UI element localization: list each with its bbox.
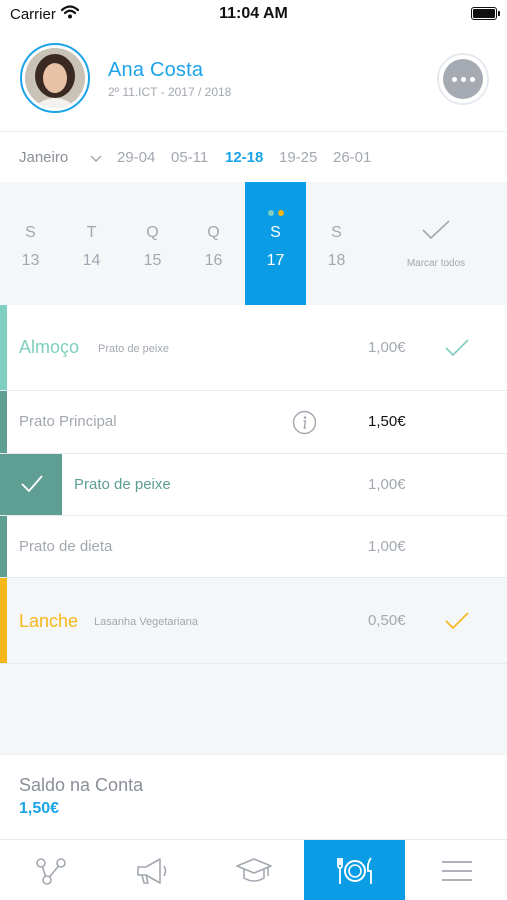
day-letter: Q <box>207 224 220 241</box>
day-letter: S <box>270 224 281 241</box>
menu-icon <box>441 860 472 881</box>
snack-title: Lanche <box>19 611 79 631</box>
lunch-color-bar <box>0 391 7 453</box>
week-option[interactable]: 05-11 <box>171 149 208 166</box>
tab-bar <box>0 839 507 900</box>
day-cell[interactable]: S 13 <box>0 182 61 305</box>
day-cell[interactable]: T 14 <box>61 182 122 305</box>
cutlery-icon <box>336 856 372 884</box>
mark-all-label: Marcar todos <box>406 258 466 269</box>
day-number: 14 <box>82 252 101 269</box>
selected-indicator <box>0 454 62 515</box>
day-letter: T <box>86 224 97 241</box>
tab-menu[interactable] <box>406 840 507 900</box>
week-option[interactable]: 26-01 <box>333 149 371 166</box>
diet-dish-row[interactable]: Prato de dieta 1,00€ <box>0 516 507 578</box>
day-letter: Q <box>146 224 159 241</box>
tab-share[interactable] <box>0 840 101 900</box>
snack-category-row[interactable]: Lanche Lasanha Vegetariana 0,50€ <box>0 578 507 664</box>
day-cell[interactable]: S 18 <box>306 182 367 305</box>
mark-all-button[interactable]: Marcar todos <box>395 182 477 305</box>
user-class-year: 2º 11.ICT - 2017 / 2018 <box>108 85 232 99</box>
checkmark-icon <box>21 475 43 493</box>
avatar-photo <box>25 48 85 108</box>
balance-value: 1,50€ <box>19 800 60 817</box>
main-dish-price: 1,50€ <box>368 413 406 430</box>
more-icon <box>443 59 483 99</box>
tab-school[interactable] <box>203 840 304 900</box>
snack-check-icon[interactable] <box>444 611 470 636</box>
avatar[interactable] <box>20 43 90 113</box>
balance-label: Saldo na Conta <box>19 775 144 795</box>
month-selector[interactable]: Janeiro <box>19 149 68 166</box>
fish-dish-row-selected[interactable]: Prato de peixe 1,00€ <box>0 454 507 516</box>
main-dish-name: Prato Principal <box>19 413 117 430</box>
days-row: S 13 T 14 Q 15 Q 16 S 17 S 18 Marcar tod… <box>0 182 507 305</box>
day-cell[interactable]: Q 16 <box>183 182 244 305</box>
megaphone-icon <box>136 857 166 884</box>
lunch-selected-dish: Prato de peixe <box>98 343 169 355</box>
snack-selected-dish: Lasanha Vegetariana <box>94 616 198 628</box>
checkmark-icon <box>422 220 450 240</box>
tab-meals[interactable] <box>304 840 405 900</box>
fish-dish-name: Prato de peixe <box>74 476 171 493</box>
diet-dish-price: 1,00€ <box>368 538 406 555</box>
snack-color-bar <box>0 578 7 663</box>
lunch-price: 1,00€ <box>368 339 406 356</box>
day-number: 13 <box>21 252 40 269</box>
empty-area <box>0 664 507 754</box>
week-option-selected[interactable]: 12-18 <box>225 149 263 166</box>
day-letter: S <box>331 224 342 241</box>
more-options-button[interactable] <box>437 53 489 105</box>
fish-dish-price: 1,00€ <box>368 476 406 493</box>
lunch-color-bar <box>0 516 7 577</box>
main-dish-row[interactable]: Prato Principal 1,50€ <box>0 391 507 454</box>
status-bar: Carrier 11:04 AM <box>0 0 507 30</box>
day-letter: S <box>25 224 36 241</box>
share-icon <box>35 857 66 885</box>
meal-indicator-dots <box>245 210 306 216</box>
chevron-down-icon[interactable] <box>90 150 102 168</box>
week-option[interactable]: 19-25 <box>279 149 317 166</box>
battery-icon <box>471 7 500 20</box>
week-option[interactable]: 29-04 <box>117 149 155 166</box>
lunch-check-icon[interactable] <box>444 338 470 363</box>
graduation-cap-icon <box>235 857 272 882</box>
day-number: 16 <box>204 252 223 269</box>
day-number: 17 <box>266 252 285 269</box>
info-icon[interactable] <box>292 410 317 440</box>
week-selector: Janeiro 29-04 05-11 12-18 19-25 26-01 <box>0 133 507 181</box>
day-number: 18 <box>327 252 346 269</box>
tab-announcements[interactable] <box>101 840 202 900</box>
day-cell-selected[interactable]: S 17 <box>245 182 306 305</box>
user-name: Ana Costa <box>108 59 204 81</box>
day-cell[interactable]: Q 15 <box>122 182 183 305</box>
clock: 11:04 AM <box>219 5 288 22</box>
lunch-color-bar <box>0 305 7 390</box>
diet-dish-name: Prato de dieta <box>19 538 113 555</box>
account-balance: Saldo na Conta 1,50€ <box>0 754 507 840</box>
lunch-title: Almoço <box>19 337 80 357</box>
snack-price: 0,50€ <box>368 612 406 629</box>
day-number: 15 <box>143 252 162 269</box>
lunch-category-row[interactable]: Almoço Prato de peixe 1,00€ <box>0 305 507 391</box>
profile-header: Ana Costa 2º 11.ICT - 2017 / 2018 <box>0 30 507 132</box>
